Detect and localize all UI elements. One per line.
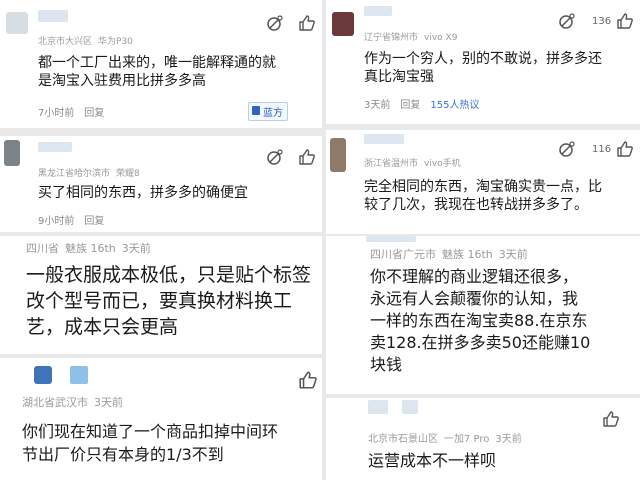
like-icon[interactable] [298,148,316,166]
reply-button[interactable]: 回复 [84,108,104,119]
username-blurred [366,236,416,242]
dislike-icon[interactable] [558,12,576,30]
comment-meta: 四川省 魅族 16th 3天前 [26,242,151,255]
comment-card-5: 四川省 魅族 16th 3天前 一般衣服成本极低，只是贴个标签 改个型号而已，要真换材… [0,236,322,354]
like-icon[interactable] [298,14,316,32]
like-icon[interactable] [298,370,318,390]
dislike-icon[interactable] [266,148,284,166]
comment-footer: 7小时前 回复 [38,108,105,119]
comment-footer: 3天前 回复 155人热议 [364,100,480,111]
comment-meta: 四川省广元市 魅族 16th 3天前 [370,248,528,261]
username-blurred [70,366,88,384]
username-blurred [402,400,418,414]
comment-card-7: 湖北省武汉市 3天前 你们现在知道了一个商品扣掉中间环 节出厂价只有本身的1/3不到 [0,358,322,480]
username-blurred [368,400,388,414]
comment-text: 运营成本不一样呗 [368,451,497,470]
comment-card-6: 四川省广元市 魅族 16th 3天前 你不理解的商业逻辑还很多， 永远有人会颠覆你的认… [326,236,640,394]
comment-footer: 9小时前 回复 [38,216,105,227]
hot-discussion-link[interactable]: 155人热议 [430,100,479,111]
reply-button[interactable]: 回复 [84,216,104,227]
comment-card-2: 辽宁省锦州市 vivo X9 136 作为一个穷人，别的不敢说，拼多多还 真比淘宝强… [326,0,640,124]
avatar[interactable] [34,366,52,384]
comment-card-8: 北京市石景山区 一加7 Pro 3天前 运营成本不一样呗 [326,398,640,480]
comment-text: 作为一个穷人，别的不敢说，拼多多还 真比淘宝强 [364,51,602,86]
comment-text: 完全相同的东西，淘宝确实贵一点，比 较了几次，我现在也转战拼多多了。 [364,179,602,214]
comment-meta: 北京市大兴区 华为P30 [38,37,133,47]
username-blurred [38,142,72,152]
like-icon[interactable] [616,140,634,158]
comment-meta: 湖北省武汉市 3天前 [22,396,123,409]
like-count: 136 [592,16,612,27]
reply-button[interactable]: 回复 [400,100,420,111]
comment-card-4: 浙江省温州市 vivo手机 116 完全相同的东西，淘宝确实贵一点，比 较了几次，我… [326,130,640,234]
username-blurred [364,134,404,144]
username-blurred [364,6,392,16]
like-count: 116 [592,144,612,155]
comment-card-1: 北京市大兴区 华为P30 都一个工厂出来的，唯一能解释通的就 是淘宝入驻费用比拼多多… [0,0,322,128]
blue-side-badge: 蓝方 [248,102,288,121]
comment-meta: 辽宁省锦州市 vivo X9 [364,33,458,43]
comment-text: 买了相同的东西，拼多多的确便宜 [38,185,248,201]
comment-text: 都一个工厂出来的，唯一能解释通的就 是淘宝入驻费用比拼多多高 [38,55,276,90]
comment-meta: 北京市石景山区 一加7 Pro 3天前 [368,434,522,445]
comment-meta: 黑龙江省哈尔滨市 荣耀8 [38,169,140,179]
like-icon[interactable] [616,12,634,30]
avatar[interactable] [330,138,346,172]
avatar[interactable] [332,12,354,36]
comment-text: 你们现在知道了一个商品扣掉中间环 节出厂价只有本身的1/3不到 [22,422,279,465]
dislike-icon[interactable] [266,14,284,32]
username-blurred [38,10,68,22]
comment-text: 你不理解的商业逻辑还很多， 永远有人会颠覆你的认知，我 一样的东西在淘宝卖88.在京… [370,267,591,375]
comment-text: 一般衣服成本极低，只是贴个标签 改个型号而已，要真换材料换工 艺，成本只会更高 [26,264,312,339]
like-icon[interactable] [602,410,620,428]
avatar[interactable] [6,12,28,34]
comment-meta: 浙江省温州市 vivo手机 [364,159,461,169]
comment-card-3: 黑龙江省哈尔滨市 荣耀8 买了相同的东西，拼多多的确便宜 9小时前 回复 [0,136,322,232]
avatar[interactable] [4,140,20,166]
dislike-icon[interactable] [558,140,576,158]
